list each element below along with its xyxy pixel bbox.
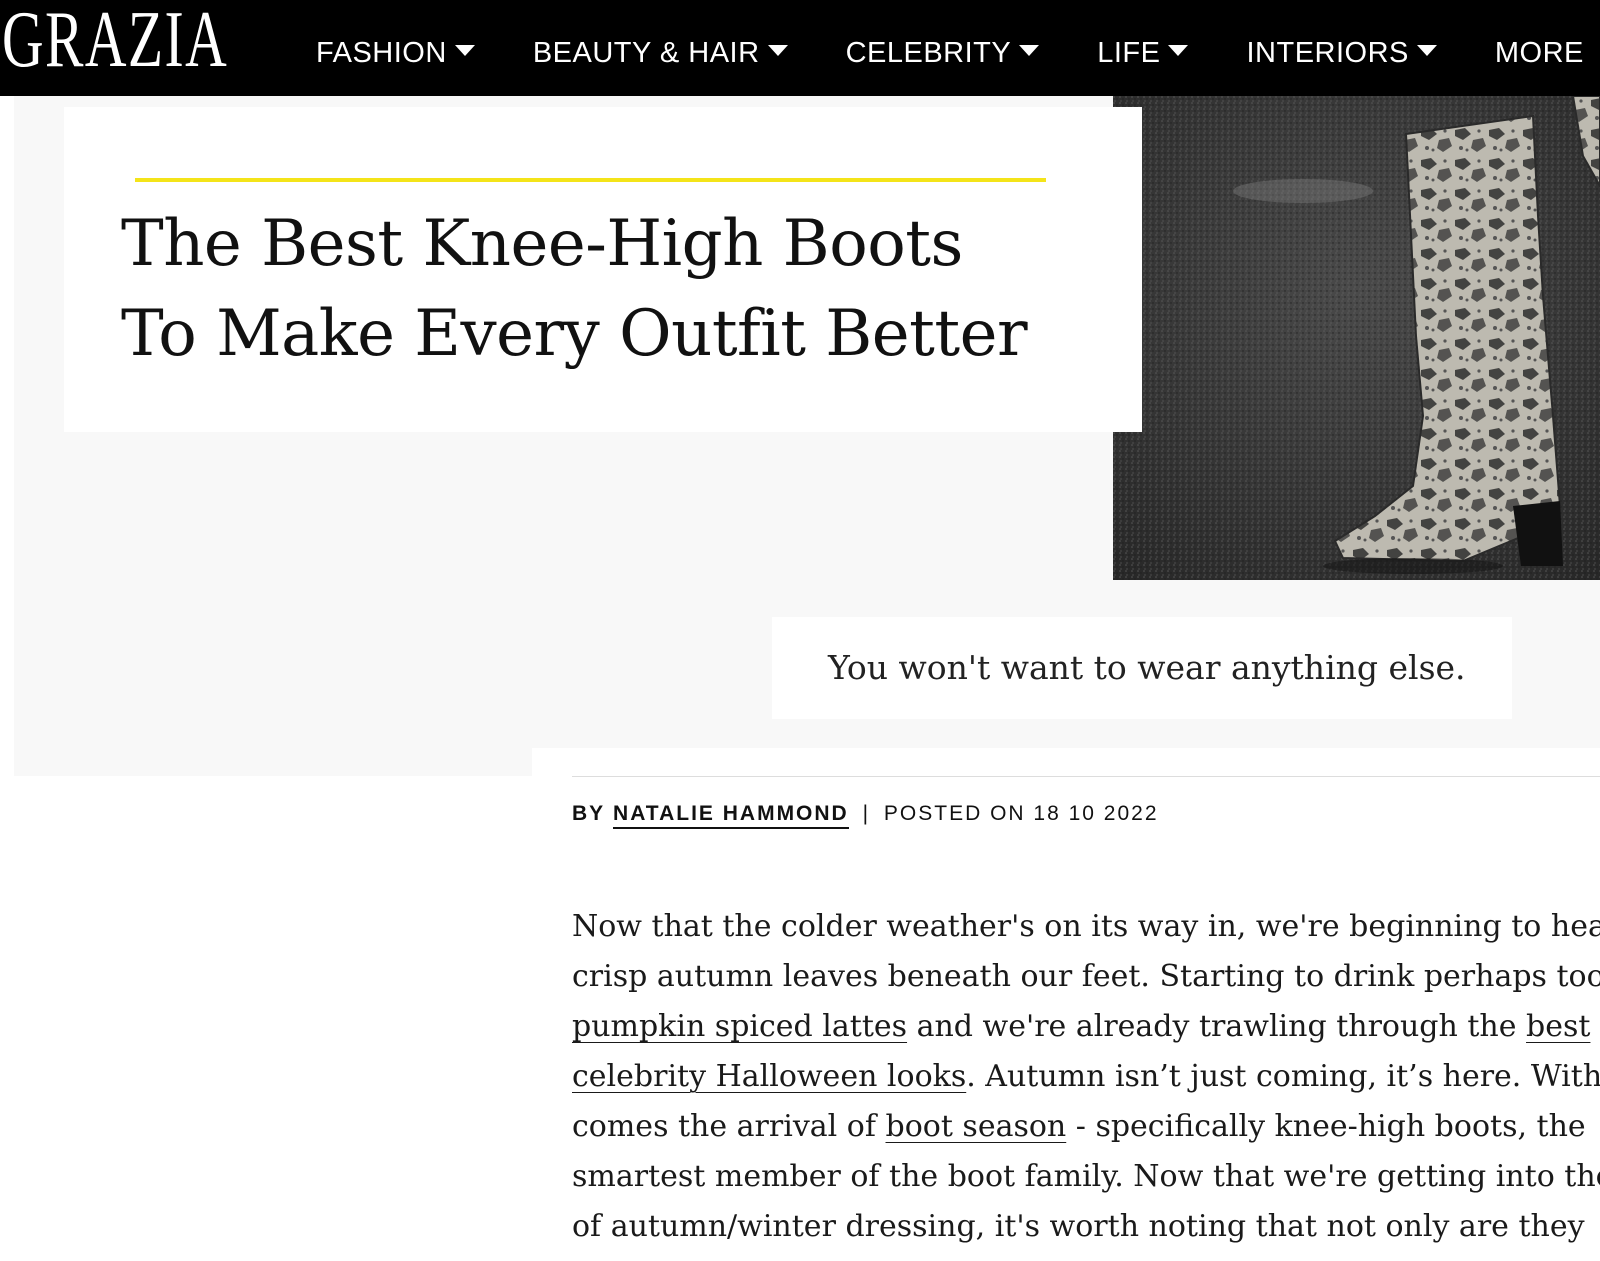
article-byline: BY NATALIE HAMMOND | POSTED ON 18 10 202… <box>572 802 1159 829</box>
nav-item-more[interactable]: MORE <box>1495 27 1584 70</box>
body-line: comes the arrival of boot season - speci… <box>572 1102 1600 1152</box>
body-text: and we're already trawling through the <box>907 1009 1527 1044</box>
article-title-line-2: To Make Every Outfit Better <box>121 297 1028 371</box>
pumpkin-spiced-lattes-link[interactable]: pumpkin spiced lattes <box>572 1009 907 1044</box>
nav-item-label: MORE <box>1494 36 1584 69</box>
article-title: The Best Knee-High Boots To Make Every O… <box>121 199 1121 379</box>
nav-item-label: BEAUTY & HAIR <box>532 36 760 69</box>
title-accent-line <box>135 178 1046 182</box>
caret-down-icon <box>1168 44 1189 56</box>
hero-background-cutout <box>532 748 1600 788</box>
posted-date: POSTED ON 18 10 2022 <box>883 802 1159 825</box>
nav-item-celebrity[interactable]: CELEBRITY <box>846 27 1040 70</box>
grazia-logo[interactable]: GRAZIA <box>2 0 227 80</box>
body-line: pumpkin spiced lattes and we're already … <box>572 1002 1600 1052</box>
boot-photo-illustration <box>1113 96 1600 580</box>
body-text: comes the arrival of <box>572 1109 886 1144</box>
article-title-line-1: The Best Knee-High Boots <box>121 207 963 281</box>
nav-item-label: INTERIORS <box>1246 36 1409 69</box>
caret-down-icon <box>1019 44 1040 56</box>
top-navigation: GRAZIA FASHION BEAUTY & HAIR CELEBRITY L… <box>0 0 1600 96</box>
best-celebrity-halloween-looks-link[interactable]: best <box>1526 1009 1590 1044</box>
boot-season-link[interactable]: boot season <box>886 1109 1067 1144</box>
byline-by-label: BY <box>572 802 606 825</box>
celebrity-halloween-looks-link[interactable]: celebrity Halloween looks <box>572 1059 966 1094</box>
body-line: celebrity Halloween looks. Autumn isn’t … <box>572 1052 1600 1102</box>
caret-down-icon <box>454 44 475 56</box>
main-nav: FASHION BEAUTY & HAIR CELEBRITY LIFE INT… <box>316 0 1600 96</box>
nav-item-label: CELEBRITY <box>845 36 1012 69</box>
body-text: . Autumn isn’t just coming, it’s here. W… <box>966 1059 1600 1094</box>
byline-divider <box>572 776 1600 777</box>
body-text: - specifically knee-high boots, the <box>1066 1109 1586 1144</box>
byline-separator: | <box>862 802 871 825</box>
article-title-card: The Best Knee-High Boots To Make Every O… <box>64 107 1142 432</box>
article-standfirst: You won't want to wear anything else. <box>828 648 1466 687</box>
body-line: crisp autumn leaves beneath our feet. St… <box>572 959 1600 994</box>
nav-item-label: FASHION <box>316 36 447 69</box>
caret-down-icon <box>1416 44 1437 56</box>
nav-item-label: LIFE <box>1097 36 1161 69</box>
article-body: Now that the colder weather's on its way… <box>572 902 1600 1261</box>
body-line: of autumn/winter dressing, it's worth no… <box>572 1209 1585 1244</box>
body-line: smartest member of the boot family. Now … <box>572 1159 1600 1194</box>
caret-down-icon <box>767 44 788 56</box>
article-standfirst-card: You won't want to wear anything else. <box>772 617 1512 719</box>
nav-item-life[interactable]: LIFE <box>1097 27 1189 70</box>
nav-item-beauty-hair[interactable]: BEAUTY & HAIR <box>533 27 788 70</box>
author-link[interactable]: NATALIE HAMMOND <box>613 802 849 829</box>
body-line: Now that the colder weather's on its way… <box>572 909 1600 944</box>
nav-item-fashion[interactable]: FASHION <box>316 27 475 70</box>
nav-item-interiors[interactable]: INTERIORS <box>1246 27 1437 70</box>
hero-image-snakeskin-boot <box>1113 96 1600 580</box>
